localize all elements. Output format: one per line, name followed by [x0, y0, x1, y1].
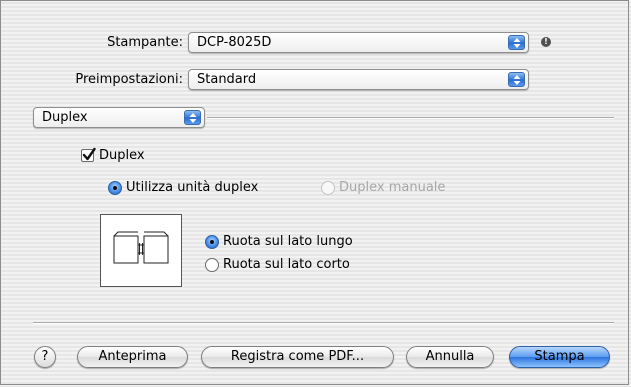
radio-short-edge[interactable]: [205, 258, 219, 272]
print-dialog: Stampante: DCP-8025D ! Preimpostazioni: …: [0, 0, 629, 385]
cancel-button[interactable]: Annulla: [406, 346, 494, 368]
presets-popup-value: Standard: [197, 72, 257, 87]
duplex-checkbox[interactable]: [81, 147, 96, 162]
duplex-long-edge-page-icon: [113, 231, 169, 264]
radio-short-edge-label: Ruota sul lato corto: [223, 257, 350, 272]
radio-duplex-unit-label: Utilizza unità duplex: [126, 180, 259, 195]
radio-manual-duplex-label: Duplex manuale: [339, 180, 446, 195]
presets-label: Preimpostazioni:: [75, 72, 183, 87]
radio-duplex-unit[interactable]: [108, 181, 122, 195]
duplex-preview: [100, 214, 182, 287]
checkmark-icon: [82, 147, 96, 161]
printer-popup-value: DCP-8025D: [197, 35, 272, 50]
panel-separator: [207, 117, 614, 119]
printer-status-icon: !: [541, 37, 551, 47]
up-down-arrows-icon: [508, 35, 525, 50]
up-down-arrows-icon: [508, 72, 525, 87]
panel-popup[interactable]: Duplex: [33, 107, 205, 128]
bottom-separator: [33, 322, 614, 324]
presets-popup[interactable]: Standard: [188, 69, 529, 90]
preview-button[interactable]: Anteprima: [77, 346, 188, 368]
panel-popup-value: Duplex: [42, 110, 88, 125]
printer-label: Stampante:: [107, 35, 183, 50]
radio-long-edge[interactable]: [205, 235, 219, 249]
radio-long-edge-label: Ruota sul lato lungo: [223, 234, 353, 249]
radio-manual-duplex[interactable]: [321, 181, 335, 195]
up-down-arrows-icon: [184, 110, 201, 125]
printer-popup[interactable]: DCP-8025D: [188, 32, 529, 53]
print-button[interactable]: Stampa: [509, 346, 610, 368]
duplex-checkbox-label: Duplex: [99, 148, 145, 163]
help-button[interactable]: ?: [34, 346, 56, 368]
save-as-pdf-button[interactable]: Registra come PDF...: [201, 346, 394, 368]
